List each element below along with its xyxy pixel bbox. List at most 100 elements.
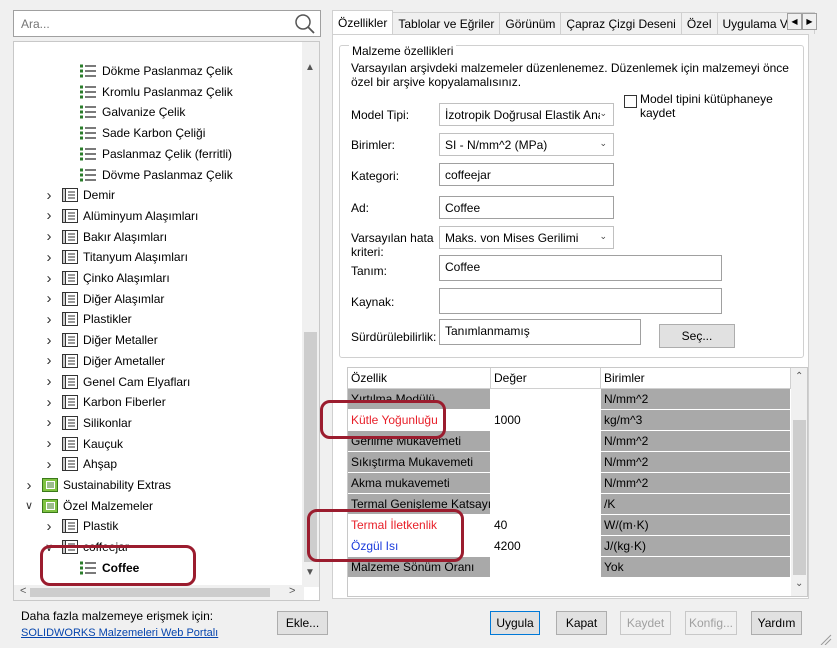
- property-unit-cell[interactable]: N/mm^2: [601, 431, 791, 452]
- scrollbar-thumb[interactable]: [30, 588, 270, 597]
- tree-item-material[interactable]: Dövme Paslanmaz Çelik: [80, 165, 233, 185]
- tree-item-category[interactable]: › Demir: [44, 185, 116, 205]
- tree-item-category[interactable]: › Diğer Metaller: [44, 330, 158, 350]
- tree-item-category[interactable]: › Diğer Ametaller: [44, 351, 166, 371]
- select-button[interactable]: Seç...: [659, 324, 735, 348]
- tab-3[interactable]: Çapraz Çizgi Deseni: [560, 12, 682, 34]
- description-field[interactable]: Coffee: [439, 255, 722, 281]
- chevron-right-icon[interactable]: ›: [44, 185, 54, 205]
- tree-vertical-scrollbar[interactable]: ▲ ▼: [302, 42, 319, 587]
- chevron-right-icon[interactable]: ›: [44, 351, 54, 371]
- chevron-right-icon[interactable]: ›: [24, 475, 34, 495]
- property-value-cell[interactable]: 1000: [491, 410, 601, 431]
- tab-2[interactable]: Görünüm: [499, 12, 562, 34]
- table-row[interactable]: Malzeme Sönüm Oranı Yok: [348, 557, 791, 578]
- tree-item-category[interactable]: › Karbon Fiberler: [44, 392, 166, 412]
- chevron-right-icon[interactable]: ›: [44, 227, 54, 247]
- column-header[interactable]: Özellik: [348, 368, 491, 389]
- table-row[interactable]: Termal Genişleme Katsayısı/K: [348, 494, 791, 515]
- chevron-down-icon[interactable]: ∨: [24, 496, 34, 516]
- property-unit-cell[interactable]: W/(m·K): [601, 515, 791, 536]
- scroll-down-icon[interactable]: ▼: [305, 567, 315, 578]
- tree-item-category[interactable]: › Genel Cam Elyafları: [44, 372, 191, 392]
- table-row[interactable]: Yırtılma Modülü N/mm^2: [348, 389, 791, 410]
- chevron-right-icon[interactable]: ›: [44, 516, 54, 536]
- column-header[interactable]: Değer: [491, 368, 601, 389]
- property-unit-cell[interactable]: kg/m^3: [601, 410, 791, 431]
- tree-item-category[interactable]: › Alüminyum Alaşımları: [44, 206, 199, 226]
- property-unit-cell[interactable]: N/mm^2: [601, 452, 791, 473]
- chevron-right-icon[interactable]: ›: [44, 330, 54, 350]
- property-unit-cell[interactable]: N/mm^2: [601, 473, 791, 494]
- apply-button[interactable]: Uygula: [490, 611, 540, 635]
- chevron-down-icon[interactable]: ∨: [44, 537, 54, 557]
- sustainability-field[interactable]: Tanımlanmamış: [439, 319, 641, 345]
- chevron-right-icon[interactable]: ›: [44, 268, 54, 288]
- tree-item-material[interactable]: Kromlu Paslanmaz Çelik: [80, 82, 233, 102]
- scroll-up-icon[interactable]: ⌃: [795, 371, 803, 382]
- tree-item-library[interactable]: › Sustainability Extras: [24, 475, 172, 495]
- source-field[interactable]: [439, 288, 722, 314]
- property-unit-cell[interactable]: Yok: [601, 557, 791, 578]
- resize-grip-icon[interactable]: [818, 633, 832, 645]
- tree-item-category[interactable]: › Diğer Alaşımlar: [44, 289, 165, 309]
- model-type-select[interactable]: İzotropik Doğrusal Elastik Ana ⌄: [439, 103, 614, 126]
- property-value-cell[interactable]: [491, 494, 601, 515]
- tree-item-category[interactable]: ∨ coffeejar: [44, 537, 129, 557]
- table-row[interactable]: Gerilme Mukavemeti N/mm^2: [348, 431, 791, 452]
- web-portal-link[interactable]: SOLIDWORKS Malzemeleri Web Portalı: [21, 627, 218, 639]
- close-button[interactable]: Kapat: [556, 611, 607, 635]
- tree-item-category[interactable]: › Plastik: [44, 516, 119, 536]
- add-button[interactable]: Ekle...: [277, 611, 328, 635]
- config-button[interactable]: Konfig...: [685, 611, 737, 635]
- tree-item-category[interactable]: › Bakır Alaşımları: [44, 227, 168, 247]
- units-select[interactable]: SI - N/mm^2 (MPa) ⌄: [439, 133, 614, 156]
- tree-horizontal-scrollbar[interactable]: < >: [14, 585, 304, 600]
- property-value-cell[interactable]: 4200: [491, 536, 601, 557]
- tree-item-material[interactable]: Galvanize Çelik: [80, 102, 185, 122]
- tree-item-library[interactable]: ∨ Özel Malzemeler: [24, 496, 153, 516]
- property-value-cell[interactable]: [491, 473, 601, 494]
- chevron-right-icon[interactable]: ›: [44, 289, 54, 309]
- tree-item-category[interactable]: › Plastikler: [44, 309, 132, 329]
- table-row[interactable]: Sıkıştırma Mukavemeti N/mm^2: [348, 452, 791, 473]
- table-vertical-scrollbar[interactable]: ⌃ ⌄: [791, 368, 807, 596]
- property-value-cell[interactable]: [491, 431, 601, 452]
- tab-0[interactable]: Özellikler: [332, 10, 394, 34]
- property-unit-cell[interactable]: /K: [601, 494, 791, 515]
- tree-item-material[interactable]: Coffee: [80, 558, 139, 578]
- tree-item-category[interactable]: › Silikonlar: [44, 413, 132, 433]
- chevron-right-icon[interactable]: ›: [44, 413, 54, 433]
- save-button[interactable]: Kaydet: [620, 611, 671, 635]
- chevron-right-icon[interactable]: ›: [44, 392, 54, 412]
- tree-item-material[interactable]: Sade Karbon Çeliği: [80, 123, 205, 143]
- chevron-right-icon[interactable]: ›: [44, 434, 54, 454]
- save-to-library-checkbox[interactable]: [624, 95, 637, 108]
- tree-item-category[interactable]: › Titanyum Alaşımları: [44, 247, 188, 267]
- chevron-right-icon[interactable]: ›: [44, 372, 54, 392]
- tree-item-material[interactable]: Paslanmaz Çelik (ferritli): [80, 144, 232, 164]
- category-field[interactable]: coffeejar: [439, 163, 614, 186]
- property-unit-cell[interactable]: J/(kg·K): [601, 536, 791, 557]
- tree-item-category[interactable]: › Ahşap: [44, 454, 118, 474]
- chevron-right-icon[interactable]: ›: [44, 247, 54, 267]
- property-value-cell[interactable]: 40: [491, 515, 601, 536]
- tree-item-category[interactable]: › Kauçuk: [44, 434, 124, 454]
- scroll-down-icon[interactable]: ⌄: [795, 578, 803, 589]
- scrollbar-thumb[interactable]: [793, 420, 806, 575]
- tab-1[interactable]: Tablolar ve Eğriler: [392, 12, 501, 34]
- chevron-right-icon[interactable]: ›: [44, 454, 54, 474]
- failure-criterion-select[interactable]: Maks. von Mises Gerilimi ⌄: [439, 226, 614, 249]
- property-value-cell[interactable]: [491, 557, 601, 578]
- tree-item-material[interactable]: Dökme Paslanmaz Çelik: [80, 61, 233, 81]
- table-row[interactable]: Özgül Isı 4200 J/(kg·K): [348, 536, 791, 557]
- tab-scroll-left-icon[interactable]: ◀: [787, 13, 802, 30]
- chevron-right-icon[interactable]: ›: [44, 309, 54, 329]
- scrollbar-thumb[interactable]: [304, 332, 317, 562]
- property-value-cell[interactable]: [491, 389, 601, 410]
- table-row[interactable]: Termal İletkenlik 40 W/(m·K): [348, 515, 791, 536]
- table-row[interactable]: Kütle Yoğunluğu 1000 kg/m^3: [348, 410, 791, 431]
- name-field[interactable]: Coffee: [439, 196, 614, 219]
- tree-item-category[interactable]: › Çinko Alaşımları: [44, 268, 170, 288]
- search-input[interactable]: [14, 11, 284, 36]
